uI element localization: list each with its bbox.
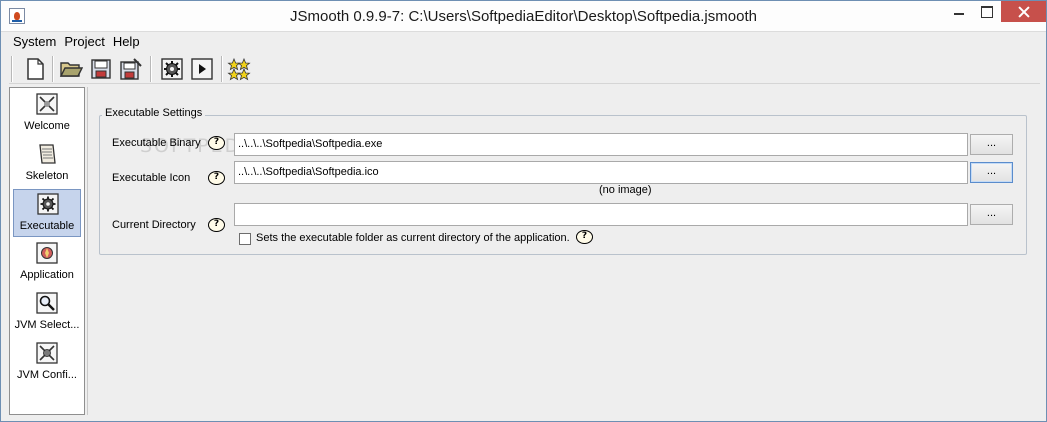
browse-directory-button[interactable]: ... — [970, 204, 1013, 225]
run-button[interactable] — [189, 56, 215, 82]
set-current-directory-checkbox[interactable] — [239, 233, 251, 245]
sidebar-item-label: Skeleton — [25, 170, 69, 182]
sidebar-item-jvm-config[interactable]: JVM Confi... — [13, 339, 81, 387]
sidebar-item-label: Welcome — [24, 120, 70, 132]
help-icon[interactable]: ? — [576, 230, 593, 244]
application-icon — [36, 242, 58, 264]
menu-project[interactable]: Project — [60, 34, 108, 49]
sidebar-item-label: Executable — [19, 220, 75, 232]
help-icon[interactable]: ? — [208, 218, 225, 232]
browse-icon-button[interactable]: ... — [970, 162, 1013, 183]
set-current-directory-label: Sets the executable folder as current di… — [256, 232, 570, 244]
new-project-button[interactable] — [22, 56, 48, 82]
wizard-button[interactable] — [226, 56, 252, 82]
sidebar-item-label: JVM Select... — [14, 319, 80, 331]
jvm-config-icon — [36, 342, 58, 364]
open-folder-icon — [59, 62, 83, 77]
executable-binary-label: Executable Binary — [112, 137, 201, 149]
group-title: Executable Settings — [102, 107, 206, 119]
sidebar-item-skeleton[interactable]: Skeleton — [13, 140, 81, 188]
sidebar-item-label: Application — [20, 269, 74, 281]
executable-icon-field[interactable]: ..\..\..\Softpedia\Softpedia.ico — [234, 161, 968, 184]
maximize-button[interactable] — [973, 1, 1000, 22]
toolbar-separator — [221, 56, 223, 82]
toolbar-separator — [52, 56, 54, 82]
save-icon — [91, 59, 111, 79]
save-as-icon — [120, 58, 142, 80]
executable-icon-label: Executable Icon — [112, 172, 191, 184]
sidebar-item-welcome[interactable]: Welcome — [13, 90, 81, 138]
current-directory-label: Current Directory — [112, 219, 196, 231]
executable-gear-icon — [37, 193, 59, 215]
sidebar-item-jvm-select[interactable]: JVM Select... — [13, 289, 81, 337]
executable-panel: Executable Settings SOFTPEDIA Executable… — [87, 87, 1040, 415]
open-project-button[interactable] — [58, 56, 84, 82]
new-icon — [27, 58, 44, 80]
run-icon — [191, 58, 213, 80]
jvm-select-icon — [36, 292, 58, 314]
menu-system[interactable]: System — [9, 34, 60, 49]
skeleton-icon — [39, 144, 56, 164]
minimize-button[interactable] — [945, 1, 972, 22]
toolbar-separator — [150, 56, 152, 82]
sidebar-item-executable[interactable]: Executable — [13, 189, 81, 237]
compile-button[interactable] — [159, 56, 185, 82]
close-button[interactable] — [1001, 1, 1046, 22]
help-icon[interactable]: ? — [208, 136, 225, 150]
current-directory-field[interactable] — [234, 203, 968, 226]
toolbar — [9, 53, 1040, 84]
menu-help[interactable]: Help — [109, 34, 144, 49]
icon-preview: (no image) — [599, 184, 652, 196]
title-bar: JSmooth 0.9.9-7: C:\Users\SoftpediaEdito… — [1, 1, 1046, 32]
menu-bar: System Project Help — [9, 32, 1039, 51]
sidebar-item-application[interactable]: Application — [13, 239, 81, 287]
sidebar: Welcome Skeleton Executable Application … — [9, 87, 85, 415]
sidebar-item-label: JVM Confi... — [17, 369, 77, 381]
window-title: JSmooth 0.9.9-7: C:\Users\SoftpediaEdito… — [290, 8, 757, 25]
help-icon[interactable]: ? — [208, 171, 225, 185]
welcome-icon — [36, 93, 58, 115]
main-window: JSmooth 0.9.9-7: C:\Users\SoftpediaEdito… — [0, 0, 1047, 422]
compile-gear-icon — [161, 58, 183, 80]
save-as-button[interactable] — [118, 56, 144, 82]
save-project-button[interactable] — [88, 56, 114, 82]
executable-binary-field[interactable]: ..\..\..\Softpedia\Softpedia.exe — [234, 133, 968, 156]
browse-binary-button[interactable]: ... — [970, 134, 1013, 155]
toolbar-separator — [11, 56, 13, 82]
wizard-stars-icon — [227, 57, 251, 81]
